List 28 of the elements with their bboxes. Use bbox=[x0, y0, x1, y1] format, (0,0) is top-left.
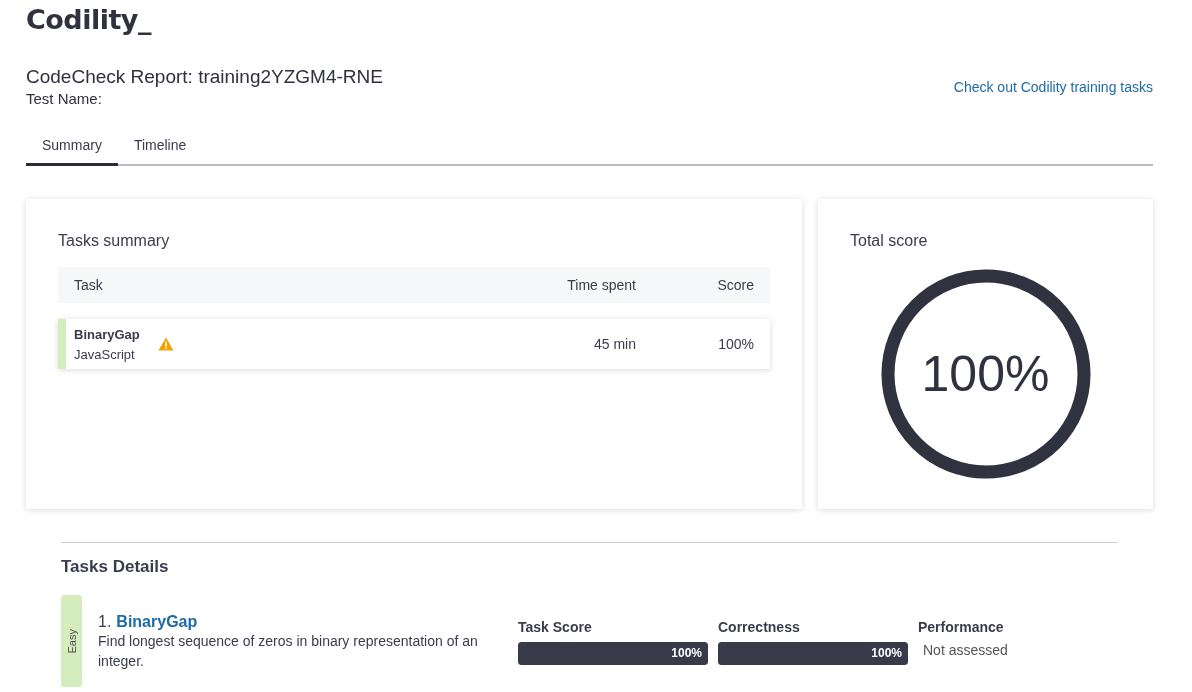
time-spent: 45 min bbox=[592, 336, 636, 352]
column-header: Time spent bbox=[566, 277, 636, 293]
bar-reading: 100% bbox=[871, 646, 902, 660]
task-number: 1. bbox=[98, 613, 112, 631]
task-score: 100% bbox=[717, 336, 754, 352]
logo: Codility_ bbox=[26, 3, 153, 37]
difficulty-badge: Easy bbox=[61, 595, 82, 687]
metric-label: Task Score bbox=[518, 619, 593, 635]
column-header: Score bbox=[716, 277, 754, 293]
report-title: CodeCheck Report: training2YZGM4-RNE bbox=[26, 66, 383, 88]
task-language: JavaScript bbox=[74, 346, 136, 362]
total-score-value: 100% bbox=[921, 345, 1050, 403]
metric-label: Correctness bbox=[718, 619, 801, 635]
metric-label: Performance bbox=[918, 619, 1005, 635]
section-title: Tasks Details bbox=[61, 557, 170, 577]
metric-value: Not assessed bbox=[923, 642, 1009, 658]
tab[interactable]: Summary bbox=[26, 127, 118, 166]
task-row[interactable]: BinaryGap JavaScript 45 min 100% bbox=[58, 319, 770, 369]
task-link[interactable]: BinaryGap bbox=[116, 613, 198, 631]
tab[interactable]: Timeline bbox=[117, 127, 203, 166]
task-name: BinaryGap bbox=[74, 326, 140, 342]
bar-reading: 100% bbox=[671, 646, 702, 660]
card-title: Total score bbox=[850, 232, 929, 250]
task-description: Find longest sequence of zeros in binary representation of an integer. bbox=[98, 632, 479, 671]
training-link[interactable]: Check out Codility training tasks bbox=[953, 79, 1153, 95]
card-title: Tasks summary bbox=[58, 232, 171, 250]
column-header: Task bbox=[74, 277, 104, 293]
test-name: Test Name: bbox=[26, 90, 103, 107]
